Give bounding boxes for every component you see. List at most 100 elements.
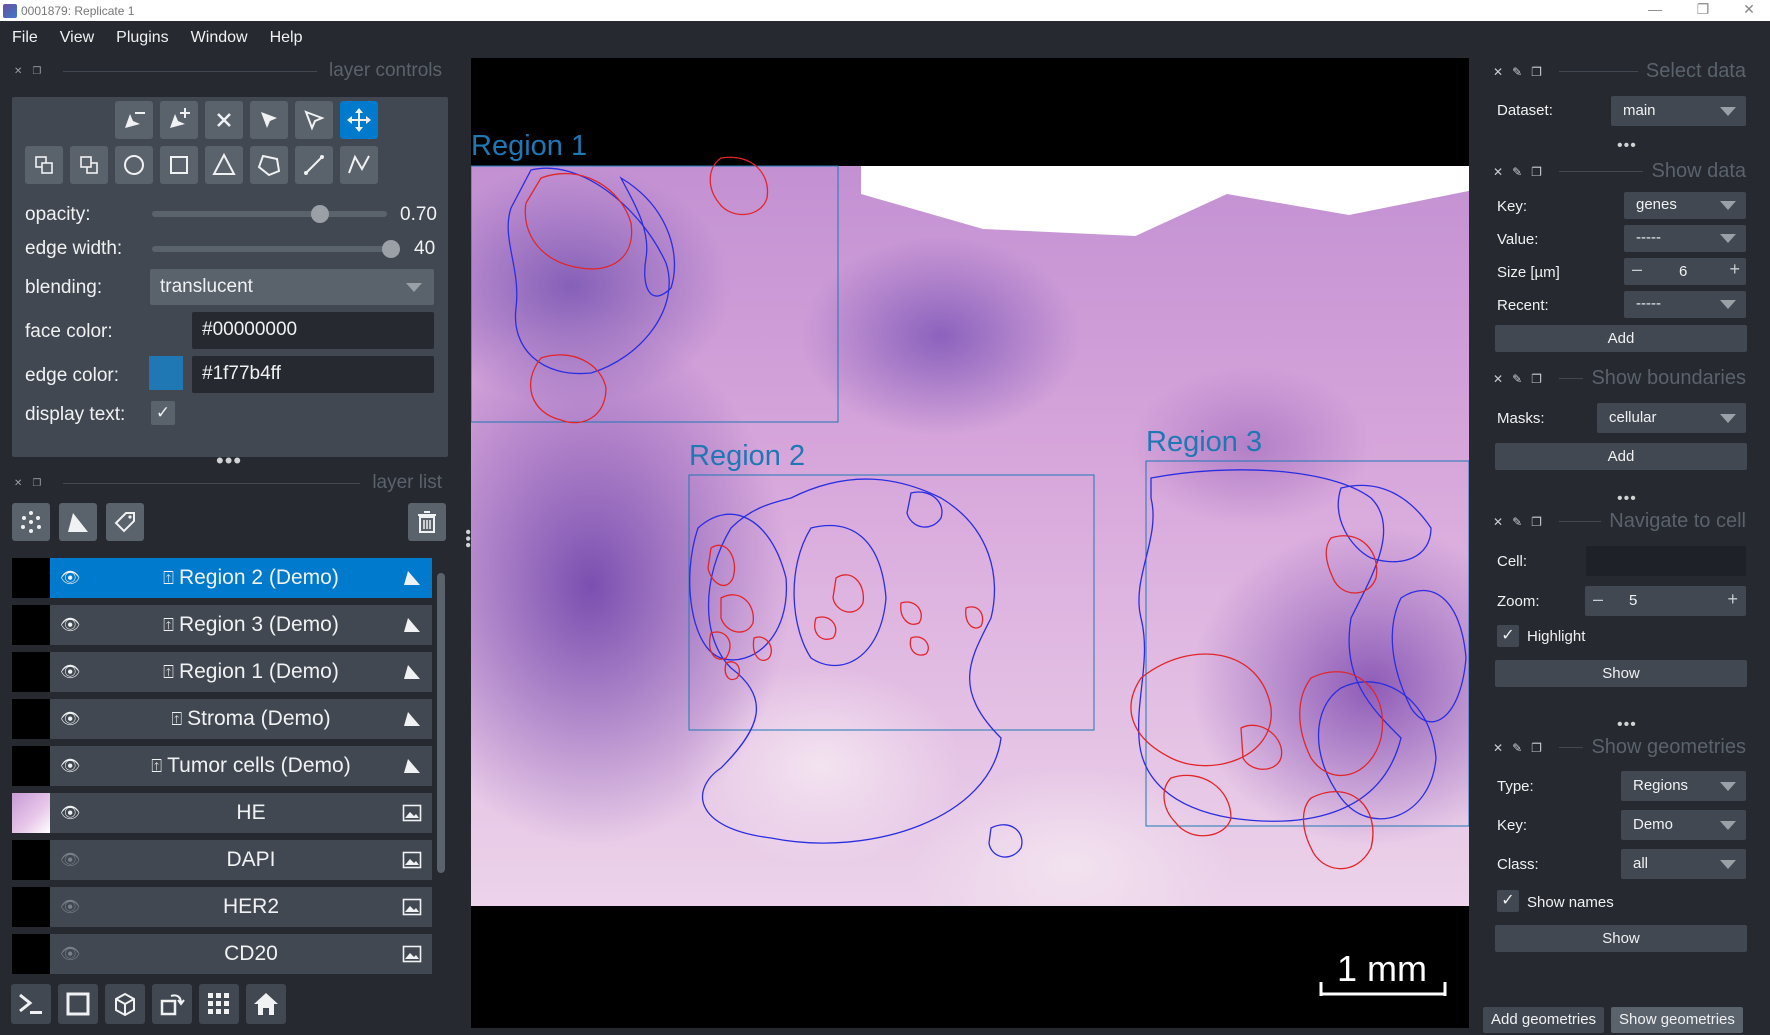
highlight-checkbox[interactable]: ✓ — [1497, 625, 1519, 647]
float-icon[interactable]: ❐ — [1531, 741, 1542, 755]
eye-icon[interactable]: 👁 — [60, 803, 82, 823]
layer-name[interactable]: ⍐ Stroma (Demo) — [110, 707, 392, 731]
float-icon[interactable]: ❐ — [1531, 515, 1542, 529]
splitter-dots[interactable]: ••• — [1617, 137, 1637, 155]
rectangle-icon[interactable] — [160, 146, 198, 184]
display-text-checkbox[interactable]: ✓ — [151, 401, 175, 425]
layer-item[interactable]: 👁 HER2 — [50, 887, 432, 927]
triangle-icon[interactable] — [205, 146, 243, 184]
layer-row[interactable]: 👁 ⍐ Stroma (Demo) — [12, 698, 432, 740]
layer-list-scrollbar[interactable] — [436, 557, 446, 969]
pin-icon[interactable]: ✎ — [1512, 65, 1522, 79]
remove-vertex-icon[interactable] — [115, 101, 153, 139]
dock-close-icon[interactable]: ✕ — [14, 66, 22, 77]
close-icon[interactable]: ✕ — [1493, 515, 1503, 529]
delete-shape-icon[interactable] — [205, 101, 243, 139]
close-icon[interactable]: ✕ — [1493, 372, 1503, 386]
value-dropdown[interactable]: ----- — [1624, 225, 1746, 252]
edge-color-swatch[interactable] — [149, 356, 183, 390]
move-front-icon[interactable] — [25, 146, 63, 184]
eye-icon[interactable]: 👁 — [60, 709, 82, 729]
dock-close-icon[interactable]: ✕ — [14, 478, 22, 489]
path-icon[interactable] — [340, 146, 378, 184]
layer-name[interactable]: ⍐ Region 2 (Demo) — [110, 566, 392, 590]
layer-name[interactable]: ⍐ Tumor cells (Demo) — [110, 754, 392, 778]
layer-row[interactable]: 👁 ⍐ Tumor cells (Demo) — [12, 745, 432, 787]
eye-hidden-icon[interactable]: 👁 — [60, 850, 82, 870]
minus-icon[interactable]: – — [1593, 589, 1603, 610]
layer-row[interactable]: 👁 ⍐ Region 3 (Demo) — [12, 604, 432, 646]
face-color-input[interactable]: #00000000 — [192, 312, 434, 349]
size-spinbox[interactable]: – 6 + — [1624, 258, 1746, 285]
blending-dropdown[interactable]: translucent — [150, 269, 434, 305]
dataset-dropdown[interactable]: main — [1611, 96, 1746, 126]
plus-icon[interactable]: + — [1729, 259, 1740, 280]
layer-item[interactable]: 👁 ⍐ Region 1 (Demo) — [50, 652, 432, 692]
splitter-dots[interactable]: ••• — [1617, 490, 1637, 508]
new-points-layer-icon[interactable] — [12, 503, 50, 541]
minimize-icon[interactable]: — — [1632, 0, 1678, 21]
scrollbar-handle[interactable] — [437, 573, 445, 873]
eye-icon[interactable]: 👁 — [60, 756, 82, 776]
tab-add-geometries[interactable]: Add geometries — [1483, 1007, 1605, 1033]
opacity-slider-handle[interactable] — [311, 205, 329, 223]
plus-icon[interactable]: + — [1727, 589, 1738, 610]
pin-icon[interactable]: ✎ — [1512, 165, 1522, 179]
layer-item[interactable]: 👁 HE — [50, 793, 432, 833]
polygon-icon[interactable] — [250, 146, 288, 184]
layer-row[interactable]: 👁 ⍐ Region 1 (Demo) — [12, 651, 432, 693]
add-vertex-icon[interactable] — [160, 101, 198, 139]
opacity-slider[interactable] — [152, 211, 387, 217]
layer-item[interactable]: 👁 DAPI — [50, 840, 432, 880]
eye-hidden-icon[interactable]: 👁 — [60, 944, 82, 964]
minus-icon[interactable]: – — [1632, 259, 1642, 280]
layer-item[interactable]: 👁 ⍐ Region 3 (Demo) — [50, 605, 432, 645]
zoom-spinbox[interactable]: – 5 + — [1585, 586, 1746, 616]
menu-plugins[interactable]: Plugins — [116, 29, 168, 47]
pin-icon[interactable]: ✎ — [1512, 515, 1522, 529]
menu-help[interactable]: Help — [270, 29, 303, 47]
geometries-show-button[interactable]: Show — [1495, 925, 1747, 952]
delete-layer-icon[interactable] — [408, 503, 446, 541]
console-icon[interactable] — [11, 984, 51, 1024]
menu-window[interactable]: Window — [191, 29, 248, 47]
restore-icon[interactable]: ❐ — [1680, 0, 1726, 21]
resize-handle-dots[interactable]: ••• — [216, 448, 242, 474]
pin-icon[interactable]: ✎ — [1512, 372, 1522, 386]
edge-width-slider[interactable] — [152, 246, 387, 252]
eye-icon[interactable]: 👁 — [60, 568, 82, 588]
close-icon[interactable]: ✕ — [1493, 741, 1503, 755]
close-icon[interactable]: ✕ — [1493, 165, 1503, 179]
new-shapes-layer-icon[interactable] — [59, 503, 97, 541]
cell-input[interactable] — [1586, 546, 1746, 576]
type-dropdown[interactable]: Regions — [1621, 771, 1746, 801]
dock-float-icon[interactable]: ❐ — [32, 478, 41, 489]
new-labels-layer-icon[interactable] — [106, 503, 144, 541]
layer-name[interactable]: HER2 — [110, 895, 392, 919]
layer-row[interactable]: 👁 HE — [12, 792, 432, 834]
masks-dropdown[interactable]: cellular — [1597, 403, 1746, 433]
roll-dims-icon[interactable] — [105, 984, 145, 1024]
edge-width-slider-handle[interactable] — [382, 240, 400, 258]
layer-name[interactable]: ⍐ Region 3 (Demo) — [110, 613, 392, 637]
splitter-dots[interactable]: ••• — [1617, 716, 1637, 734]
pan-zoom-icon[interactable] — [340, 101, 378, 139]
select-vertex-icon[interactable] — [295, 101, 333, 139]
layer-item[interactable]: 👁 CD20 — [50, 934, 432, 974]
move-back-icon[interactable] — [70, 146, 108, 184]
tab-show-geometries[interactable]: Show geometries — [1611, 1007, 1743, 1033]
layer-item[interactable]: 👁 ⍐ Tumor cells (Demo) — [50, 746, 432, 786]
dock-float-icon[interactable]: ❐ — [32, 66, 41, 77]
viewer-canvas[interactable]: Region 1 Region 2 Region 3 1 mm — [471, 58, 1469, 1028]
navigate-show-button[interactable]: Show — [1495, 660, 1747, 687]
transpose-icon[interactable] — [152, 984, 192, 1024]
layer-row[interactable]: 👁 CD20 — [12, 933, 432, 975]
edge-color-input[interactable]: #1f77b4ff — [192, 356, 434, 393]
float-icon[interactable]: ❐ — [1531, 165, 1542, 179]
select-shape-icon[interactable] — [250, 101, 288, 139]
recent-dropdown[interactable]: ----- — [1624, 291, 1746, 318]
layer-name[interactable]: ⍐ Region 1 (Demo) — [110, 660, 392, 684]
line-icon[interactable] — [295, 146, 333, 184]
layer-item[interactable]: 👁 ⍐ Region 2 (Demo) — [50, 558, 432, 598]
add-boundaries-button[interactable]: Add — [1495, 443, 1747, 470]
